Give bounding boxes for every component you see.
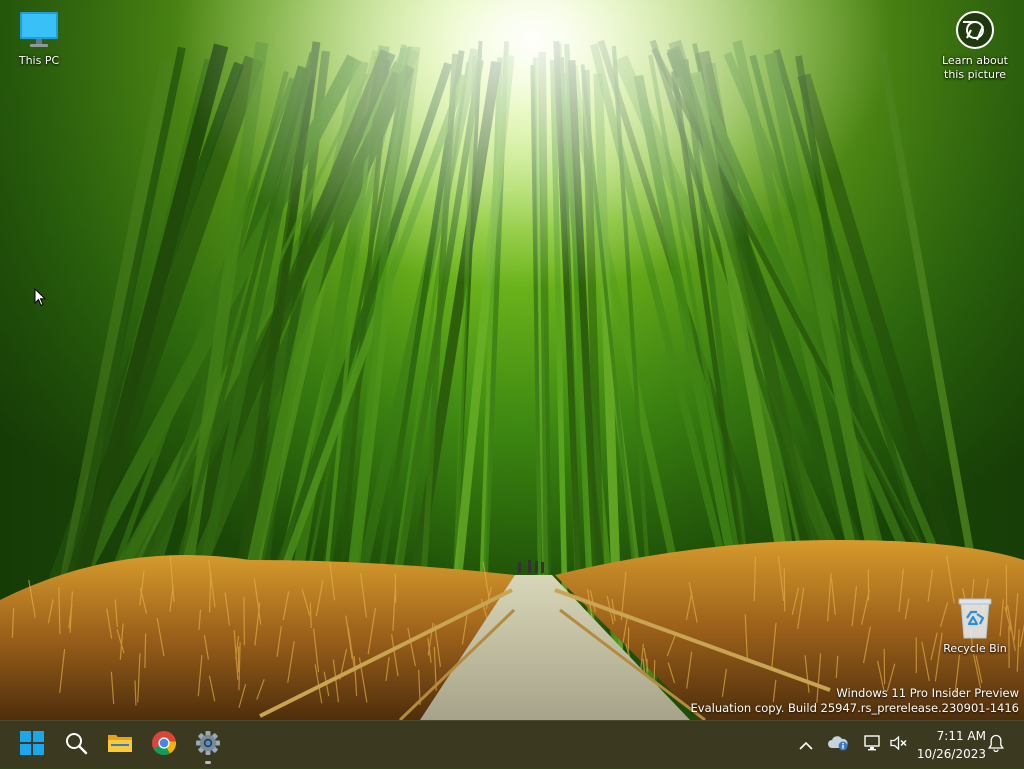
spotlight-camera-icon xyxy=(953,8,997,52)
this-pc-label: This PC xyxy=(0,54,78,68)
watermark-build: Evaluation copy. Build 25947.rs_prerelea… xyxy=(691,701,1019,716)
desktop-wallpaper xyxy=(0,0,1024,720)
show-hidden-icons-button[interactable] xyxy=(794,721,818,769)
gear-icon xyxy=(195,730,221,760)
notification-center-button[interactable] xyxy=(984,721,1008,769)
onedrive-icon xyxy=(827,735,849,755)
evaluation-watermark: Windows 11 Pro Insider Preview Evaluatio… xyxy=(691,686,1019,716)
folder-icon xyxy=(107,731,133,759)
mouse-pointer-icon xyxy=(34,288,46,311)
onedrive-tray-button[interactable] xyxy=(826,721,850,769)
clock-button[interactable]: 7:11 AM 10/26/2023 xyxy=(914,727,986,763)
search-button[interactable] xyxy=(56,725,96,765)
learn-about-label-line1: Learn about xyxy=(936,54,1014,68)
start-button[interactable] xyxy=(12,725,52,765)
learn-about-label-line2: this picture xyxy=(936,68,1014,82)
learn-about-this-picture-shortcut[interactable]: Learn about this picture xyxy=(936,8,1014,82)
chrome-icon xyxy=(151,730,177,760)
taskbar: 7:11 AM 10/26/2023 xyxy=(0,720,1024,768)
clock-time: 7:11 AM xyxy=(914,727,986,745)
grass-blade xyxy=(784,568,785,611)
recycle-bin-icon xyxy=(953,596,997,640)
chevron-up-icon xyxy=(799,736,813,755)
recycle-bin-label: Recycle Bin xyxy=(936,642,1014,656)
monitor-icon xyxy=(17,8,61,52)
network-icon xyxy=(864,735,882,755)
this-pc-icon-shortcut[interactable]: This PC xyxy=(0,8,78,68)
volume-muted-icon xyxy=(890,735,908,755)
quick-settings-button[interactable] xyxy=(856,721,916,769)
file-explorer-button[interactable] xyxy=(100,725,140,765)
chrome-button[interactable] xyxy=(144,725,184,765)
search-icon xyxy=(64,731,88,759)
windows-logo-icon xyxy=(20,731,44,759)
settings-button[interactable] xyxy=(188,725,228,765)
watermark-edition: Windows 11 Pro Insider Preview xyxy=(691,686,1019,701)
notification-bell-icon xyxy=(988,734,1004,756)
recycle-bin-shortcut[interactable]: Recycle Bin xyxy=(936,596,1014,656)
clock-date: 10/26/2023 xyxy=(914,745,986,763)
grass-blade xyxy=(145,634,146,669)
